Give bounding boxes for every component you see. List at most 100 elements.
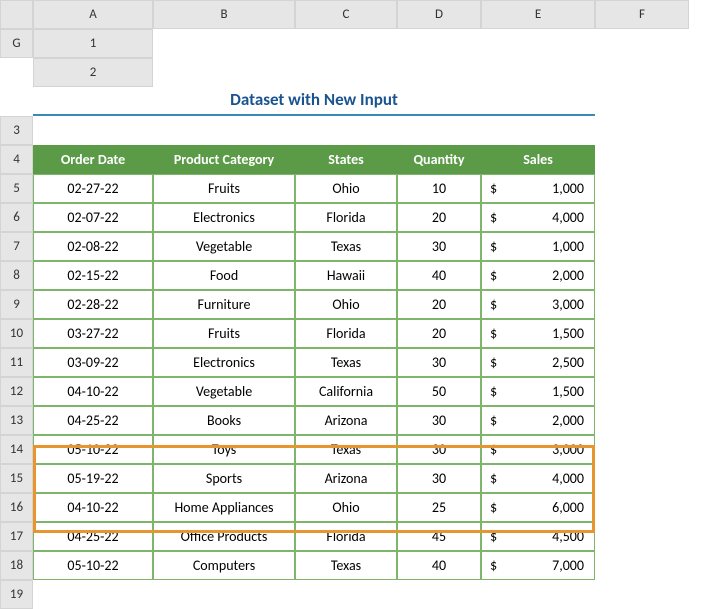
cell-qty[interactable]: 40 (397, 261, 481, 290)
cell-category[interactable]: Vegetable (153, 232, 295, 261)
cell[interactable] (153, 29, 295, 58)
cell[interactable] (595, 435, 689, 464)
row-header-18[interactable]: 18 (0, 551, 33, 580)
cell[interactable] (595, 522, 689, 551)
cell-category[interactable]: Furniture (153, 290, 295, 319)
cell-category[interactable]: Toys (153, 435, 295, 464)
row-header-15[interactable]: 15 (0, 464, 33, 493)
cell-category[interactable]: Food (153, 261, 295, 290)
row-header-17[interactable]: 17 (0, 522, 33, 551)
row-header-3[interactable]: 3 (0, 116, 33, 145)
cell[interactable] (595, 406, 689, 435)
header-states[interactable]: States (295, 145, 397, 174)
cell[interactable] (595, 319, 689, 348)
cell-qty[interactable]: 30 (397, 348, 481, 377)
row-header-6[interactable]: 6 (0, 203, 33, 232)
cell[interactable] (397, 116, 481, 145)
header-product-category[interactable]: Product Category (153, 145, 295, 174)
cell-date[interactable]: 04-25-22 (33, 406, 153, 435)
cell-date[interactable]: 04-10-22 (33, 493, 153, 522)
row-header-19[interactable]: 19 (0, 580, 33, 609)
cell-state[interactable]: Florida (295, 522, 397, 551)
cell-date[interactable]: 02-07-22 (33, 203, 153, 232)
col-header-A[interactable]: A (33, 0, 153, 29)
cell[interactable] (595, 377, 689, 406)
cell-sales[interactable]: $1,500 (481, 377, 595, 406)
cell[interactable] (397, 29, 481, 58)
cell[interactable] (295, 580, 397, 609)
cell-date[interactable]: 05-10-22 (33, 551, 153, 580)
row-header-14[interactable]: 14 (0, 435, 33, 464)
cell[interactable] (595, 261, 689, 290)
col-header-G[interactable]: G (0, 29, 33, 58)
cell[interactable] (481, 580, 595, 609)
cell[interactable] (595, 290, 689, 319)
cell[interactable] (481, 29, 595, 58)
cell-category[interactable]: Office Products (153, 522, 295, 551)
row-header-9[interactable]: 9 (0, 290, 33, 319)
col-header-D[interactable]: D (397, 0, 481, 29)
cell-sales[interactable]: $2,000 (481, 406, 595, 435)
cell-date[interactable]: 02-15-22 (33, 261, 153, 290)
cell-state[interactable]: Hawaii (295, 261, 397, 290)
cell-sales[interactable]: $1,000 (481, 174, 595, 203)
cell-qty[interactable]: 30 (397, 232, 481, 261)
cell[interactable] (153, 580, 295, 609)
cell-category[interactable]: Vegetable (153, 377, 295, 406)
cell-category[interactable]: Fruits (153, 174, 295, 203)
cell-qty[interactable]: 50 (397, 377, 481, 406)
cell-sales[interactable]: $3,000 (481, 435, 595, 464)
cell[interactable] (595, 203, 689, 232)
cell-date[interactable]: 02-27-22 (33, 174, 153, 203)
cell-date[interactable]: 04-10-22 (33, 377, 153, 406)
row-header-7[interactable]: 7 (0, 232, 33, 261)
cell[interactable] (595, 464, 689, 493)
row-header-2[interactable]: 2 (33, 58, 153, 87)
row-header-8[interactable]: 8 (0, 261, 33, 290)
cell-date[interactable]: 05-10-22 (33, 435, 153, 464)
cell-category[interactable]: Books (153, 406, 295, 435)
cell-state[interactable]: Texas (295, 551, 397, 580)
row-header-1[interactable]: 1 (33, 29, 153, 58)
cell-qty[interactable]: 20 (397, 290, 481, 319)
cell-state[interactable]: California (295, 377, 397, 406)
cell[interactable] (595, 580, 689, 609)
cell-sales[interactable]: $2,500 (481, 348, 595, 377)
cell-date[interactable]: 04-25-22 (33, 522, 153, 551)
header-order-date[interactable]: Order Date (33, 145, 153, 174)
cell[interactable] (595, 29, 689, 58)
cell-sales[interactable]: $1,000 (481, 232, 595, 261)
col-header-E[interactable]: E (481, 0, 595, 29)
row-header-13[interactable]: 13 (0, 406, 33, 435)
cell[interactable] (33, 580, 153, 609)
cell[interactable] (0, 58, 33, 87)
cell-sales[interactable]: $1,500 (481, 319, 595, 348)
cell-sales[interactable]: $6,000 (481, 493, 595, 522)
cell-date[interactable]: 02-28-22 (33, 290, 153, 319)
cell-category[interactable]: Computers (153, 551, 295, 580)
cell-state[interactable]: Ohio (295, 493, 397, 522)
cell-qty[interactable]: 20 (397, 203, 481, 232)
row-header-16[interactable]: 16 (0, 493, 33, 522)
cell-qty[interactable]: 30 (397, 464, 481, 493)
cell-category[interactable]: Sports (153, 464, 295, 493)
cell-state[interactable]: Florida (295, 319, 397, 348)
cell-state[interactable]: Florida (295, 203, 397, 232)
cell-sales[interactable]: $4,000 (481, 464, 595, 493)
cell[interactable] (595, 116, 689, 145)
cell[interactable] (595, 551, 689, 580)
cell[interactable] (397, 580, 481, 609)
cell[interactable] (595, 145, 689, 174)
cell-state[interactable]: Ohio (295, 174, 397, 203)
row-header-5[interactable]: 5 (0, 174, 33, 203)
col-header-F[interactable]: F (595, 0, 689, 29)
cell-qty[interactable]: 40 (397, 551, 481, 580)
row-header-4[interactable]: 4 (0, 145, 33, 174)
col-header-B[interactable]: B (153, 0, 295, 29)
cell[interactable] (595, 348, 689, 377)
cell-state[interactable]: Ohio (295, 290, 397, 319)
cell-date[interactable]: 05-19-22 (33, 464, 153, 493)
cell-qty[interactable]: 25 (397, 493, 481, 522)
cell-state[interactable]: Texas (295, 348, 397, 377)
cell-category[interactable]: Electronics (153, 203, 295, 232)
